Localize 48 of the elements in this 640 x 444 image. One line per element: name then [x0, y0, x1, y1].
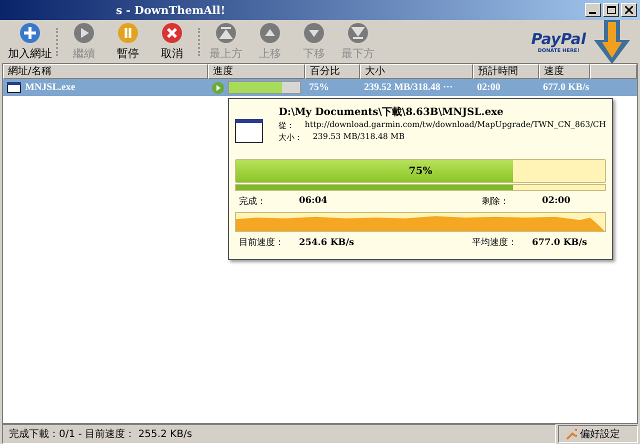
preferences-button[interactable]: 偏好設定	[558, 425, 638, 443]
play-icon	[212, 82, 224, 94]
file-path: D:\My Documents\下載\8.63B\MNJSL.exe	[278, 106, 504, 119]
toolbar-button[interactable]: 加入網址	[8, 22, 52, 61]
column-header[interactable]: 百分比	[305, 64, 360, 79]
average-speed-value: 677.0 KB/s	[532, 238, 588, 248]
status-text: 完成下載：0/1 - 目前速度： 255.2 KB/s	[2, 424, 556, 444]
window-title: s - DownThemAll!	[115, 4, 226, 16]
maximize-button[interactable]	[603, 3, 619, 17]
up-icon	[259, 22, 281, 44]
toolbar-button[interactable]: 暫停	[106, 22, 150, 61]
maximize-icon	[606, 6, 616, 14]
elapsed-value: 06:04	[299, 196, 328, 206]
wrench-icon	[565, 428, 577, 440]
column-header[interactable]: 預計時間	[473, 64, 539, 79]
column-header[interactable]: 進度	[208, 64, 305, 79]
file-name: MNJSL.exe	[25, 82, 76, 93]
resume-icon	[73, 22, 95, 44]
plus-icon	[19, 22, 41, 44]
current-speed-label: 目前速度：	[239, 236, 285, 249]
window-icon	[235, 119, 263, 143]
table-cell-text: 239.52 MB/318.48 ···	[363, 82, 454, 93]
column-header[interactable]: 速度	[539, 64, 590, 79]
source-label: 從：	[278, 120, 295, 131]
remaining-label: 剩除：	[482, 196, 510, 208]
average-speed-label: 平均速度：	[472, 236, 518, 249]
pause-icon	[117, 22, 139, 44]
close-button[interactable]	[621, 3, 637, 17]
download-arrow-icon	[592, 20, 632, 64]
table-cell-text: 02:00	[476, 82, 502, 93]
elapsed-label: 完成：	[239, 196, 267, 208]
close-icon	[161, 22, 183, 44]
column-header[interactable]: 網址/名稱	[3, 64, 208, 79]
current-speed-value: 254.6 KB/s	[299, 238, 356, 248]
minimize-button[interactable]	[585, 3, 601, 17]
size-value: 239.53 MB/318.48 MB	[312, 132, 405, 143]
down-icon	[303, 22, 325, 44]
toolbar-button[interactable]: 取消	[150, 22, 194, 61]
size-label: 大小：	[278, 132, 303, 143]
progress-percent: 75%	[408, 166, 434, 178]
remaining-value: 02:00	[542, 196, 572, 206]
column-header[interactable]: 大小	[360, 64, 473, 79]
column-picker[interactable]	[590, 64, 637, 79]
source-url: http://download.garmin.com/tw/download/MapUpgrade/TWN_CN_863/CH	[304, 120, 606, 131]
table-cell-text: 677.0 KB/s	[542, 82, 590, 93]
table-cell-text: 75%	[308, 82, 330, 93]
window-icon	[7, 82, 21, 93]
close-icon	[625, 6, 633, 14]
